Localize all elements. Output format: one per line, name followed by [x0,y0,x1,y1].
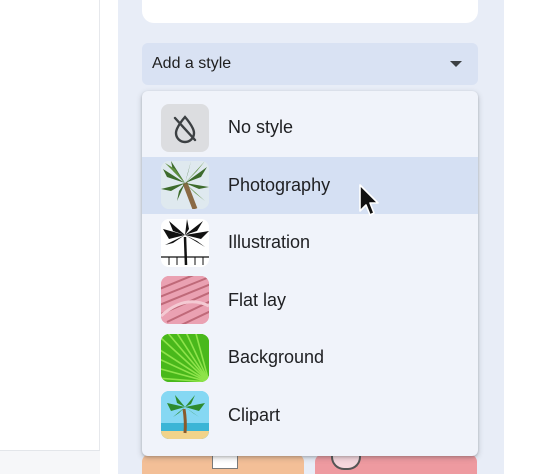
result-thumbnail-2[interactable] [315,454,477,474]
result-thumbnail-1[interactable] [142,454,304,474]
photography-thumbnail [161,161,209,210]
illustration-thumbnail [161,218,209,267]
menu-item-label: Flat lay [228,289,287,310]
flat-lay-thumbnail [161,276,209,325]
clipart-thumbnail [161,391,209,440]
left-pane-footer [0,450,100,474]
background-thumbnail [161,333,209,382]
left-content-pane [0,0,100,450]
menu-item-illustration[interactable]: Illustration [142,214,478,272]
menu-item-label: No style [228,117,294,138]
chevron-down-icon [450,61,462,67]
menu-item-no-style[interactable]: No style [142,99,478,157]
menu-item-background[interactable]: Background [142,329,478,387]
style-dropdown-label: Add a style [152,55,232,72]
style-dropdown-menu: No style Photography Illustration Flat l… [142,91,478,456]
menu-item-label: Clipart [228,404,281,425]
menu-item-label: Background [228,347,325,368]
no-style-icon [161,103,209,152]
menu-item-clipart[interactable]: Clipart [142,387,478,445]
menu-item-label: Illustration [228,232,311,253]
menu-item-photography[interactable]: Photography [142,156,478,214]
menu-item-flat-lay[interactable]: Flat lay [142,272,478,330]
style-dropdown[interactable]: Add a style [142,43,478,85]
prompt-input-box[interactable] [142,0,478,23]
menu-item-label: Photography [228,174,331,195]
